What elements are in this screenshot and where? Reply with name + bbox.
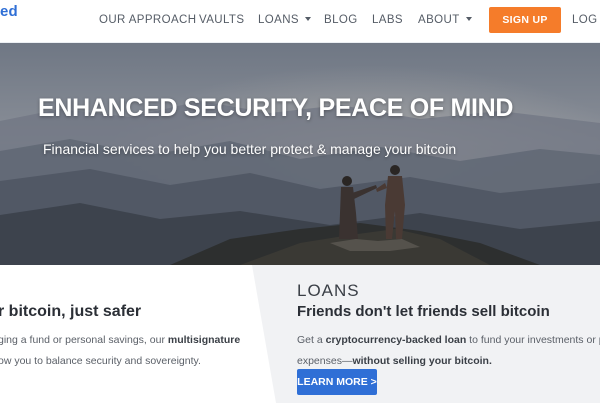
hero-banner: ENHANCED SECURITY, PEACE OF MIND Financi… xyxy=(0,43,600,265)
nav-loans-dropdown[interactable]: LOANS xyxy=(258,14,311,26)
nav-about-dropdown[interactable]: ABOUT xyxy=(418,14,472,26)
vaults-text-line: ow you to balance security and sovereign… xyxy=(0,355,201,367)
loans-text-segment: expenses— xyxy=(297,355,353,367)
vaults-text-segment: ging a fund or personal savings, our xyxy=(0,334,168,346)
loans-text-segment: Get a xyxy=(297,334,326,346)
hero-subtitle: Financial services to help you better pr… xyxy=(43,141,457,157)
brand-logo[interactable]: ed xyxy=(0,3,18,20)
multisignature-emphasis: multisignature xyxy=(167,334,241,346)
nav-blog[interactable]: BLOG xyxy=(324,14,358,26)
nav-vaults[interactable]: VAULTS xyxy=(199,14,244,26)
crypto-loan-emphasis: cryptocurrency-backed loan xyxy=(325,334,467,346)
vaults-description: ging a fund or personal savings, our mul… xyxy=(0,330,243,372)
nav-login[interactable]: LOG IN xyxy=(572,14,600,26)
loans-section-label: LOANS xyxy=(297,281,360,300)
nav-about-label: ABOUT xyxy=(418,14,460,26)
hero-title: ENHANCED SECURITY, PEACE OF MIND xyxy=(38,94,514,122)
loans-description: Get a cryptocurrency-backed loan to fund… xyxy=(297,330,600,372)
loans-heading: Friends don't let friends sell bitcoin xyxy=(297,303,550,320)
top-navbar: ed OUR APPROACH VAULTS LOANS BLOG LABS A… xyxy=(0,0,600,43)
nav-loans-label: LOANS xyxy=(258,14,299,26)
caret-down-icon xyxy=(305,16,311,21)
without-selling-emphasis: without selling your bitcoin. xyxy=(352,355,492,367)
caret-down-icon xyxy=(465,16,472,21)
nav-our-approach[interactable]: OUR APPROACH xyxy=(99,14,196,26)
loans-text-segment: to fund your investments or pay y xyxy=(469,334,600,346)
nav-labs[interactable]: LABS xyxy=(372,14,403,26)
learn-more-button[interactable]: LEARN MORE > xyxy=(297,369,377,395)
signup-button[interactable]: SIGN UP xyxy=(489,7,561,33)
vaults-heading: r bitcoin, just safer xyxy=(0,303,142,320)
